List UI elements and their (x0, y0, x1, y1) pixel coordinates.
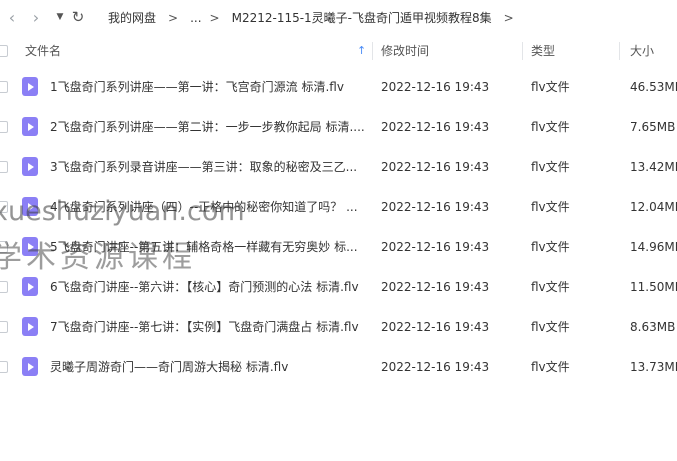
table-row[interactable]: 2飞盘奇门系列讲座——第二讲：一步一步教你起局 标清.... 2022-12-1… (0, 107, 677, 147)
video-file-icon (22, 237, 38, 256)
file-modified: 2022-12-16 19:43 (381, 80, 490, 94)
file-name[interactable]: 3飞盘奇门系列录音讲座——第三讲：取象的秘密及三乙... (50, 147, 366, 187)
breadcrumb-separator: > (168, 10, 179, 25)
file-modified: 2022-12-16 19:43 (381, 280, 490, 294)
file-list-header: 文件名 ↑ 修改时间 类型 大小 (0, 36, 677, 66)
file-size: 13.73MB (630, 360, 677, 374)
file-modified: 2022-12-16 19:43 (381, 120, 490, 134)
video-file-icon (22, 117, 38, 136)
select-all-checkbox[interactable] (0, 45, 8, 57)
file-type: flv文件 (531, 200, 570, 214)
file-size: 7.65MB (630, 120, 676, 134)
video-file-icon (22, 197, 38, 216)
file-name[interactable]: 4飞盘奇门系列讲座（四）--正格中的秘密你知道了吗？ ... (50, 187, 366, 227)
refresh-icon[interactable]: ↻ (68, 7, 88, 27)
row-checkbox[interactable] (0, 121, 8, 133)
column-header-modified[interactable]: 修改时间 (381, 36, 429, 66)
breadcrumb-item-ellipsis[interactable]: ... (190, 11, 201, 25)
forward-arrow-icon[interactable]: › (26, 7, 46, 27)
breadcrumb: 我的网盘 > ... > M2212-115-1灵曦子-飞盘奇门遁甲视频教程8集… (108, 9, 526, 26)
video-file-icon (22, 77, 38, 96)
row-checkbox[interactable] (0, 81, 8, 93)
breadcrumb-separator: > (209, 10, 220, 25)
file-type: flv文件 (531, 80, 570, 94)
breadcrumb-separator: > (503, 10, 514, 25)
file-size: 12.04MB (630, 200, 677, 214)
file-type: flv文件 (531, 320, 570, 334)
table-row[interactable]: 6飞盘奇门讲座--第六讲：【核心】奇门预测的心法 标清.flv 2022-12-… (0, 267, 677, 307)
row-checkbox[interactable] (0, 321, 8, 333)
file-name[interactable]: 2飞盘奇门系列讲座——第二讲：一步一步教你起局 标清.... (50, 107, 366, 147)
table-row[interactable]: 1飞盘奇门系列讲座——第一讲：飞宫奇门源流 标清.flv 2022-12-16 … (0, 67, 677, 107)
video-file-icon (22, 317, 38, 336)
column-header-name[interactable]: 文件名 (25, 36, 61, 66)
table-row[interactable]: 7飞盘奇门讲座--第七讲：【实例】飞盘奇门满盘占 标清.flv 2022-12-… (0, 307, 677, 347)
file-modified: 2022-12-16 19:43 (381, 320, 490, 334)
file-size: 8.63MB (630, 320, 676, 334)
file-modified: 2022-12-16 19:43 (381, 360, 490, 374)
video-file-icon (22, 277, 38, 296)
back-arrow-icon[interactable]: ‹ (2, 7, 22, 27)
file-type: flv文件 (531, 360, 570, 374)
row-checkbox[interactable] (0, 281, 8, 293)
file-type: flv文件 (531, 240, 570, 254)
file-modified: 2022-12-16 19:43 (381, 200, 490, 214)
file-size: 11.50MB (630, 280, 677, 294)
breadcrumb-item-root[interactable]: 我的网盘 (108, 9, 156, 26)
toolbar: ‹ › ▼ ↻ 我的网盘 > ... > M2212-115-1灵曦子-飞盘奇门… (0, 0, 677, 34)
row-checkbox[interactable] (0, 361, 8, 373)
breadcrumb-item-current[interactable]: M2212-115-1灵曦子-飞盘奇门遁甲视频教程8集 (232, 9, 492, 26)
file-name[interactable]: 1飞盘奇门系列讲座——第一讲：飞宫奇门源流 标清.flv (50, 67, 366, 107)
file-size: 13.42MB (630, 160, 677, 174)
file-type: flv文件 (531, 280, 570, 294)
file-modified: 2022-12-16 19:43 (381, 240, 490, 254)
column-divider[interactable] (372, 42, 373, 60)
file-modified: 2022-12-16 19:43 (381, 160, 490, 174)
column-divider[interactable] (619, 42, 620, 60)
sort-ascending-icon[interactable]: ↑ (357, 36, 366, 66)
file-type: flv文件 (531, 120, 570, 134)
file-size: 14.96MB (630, 240, 677, 254)
history-dropdown-icon[interactable]: ▼ (50, 7, 70, 27)
table-row[interactable]: 灵曦子周游奇门——奇门周游大揭秘 标清.flv 2022-12-16 19:43… (0, 347, 677, 387)
file-type: flv文件 (531, 160, 570, 174)
row-checkbox[interactable] (0, 201, 8, 213)
file-size: 46.53MB (630, 80, 677, 94)
column-divider[interactable] (522, 42, 523, 60)
video-file-icon (22, 357, 38, 376)
file-name[interactable]: 5飞盘奇门讲座--第五讲：辅格奇格一样藏有无穷奥妙 标... (50, 227, 366, 267)
column-header-size[interactable]: 大小 (630, 36, 654, 66)
column-header-type[interactable]: 类型 (531, 36, 555, 66)
file-name[interactable]: 灵曦子周游奇门——奇门周游大揭秘 标清.flv (50, 347, 366, 387)
file-name[interactable]: 6飞盘奇门讲座--第六讲：【核心】奇门预测的心法 标清.flv (50, 267, 366, 307)
video-file-icon (22, 157, 38, 176)
table-row[interactable]: 3飞盘奇门系列录音讲座——第三讲：取象的秘密及三乙... 2022-12-16 … (0, 147, 677, 187)
table-row[interactable]: 5飞盘奇门讲座--第五讲：辅格奇格一样藏有无穷奥妙 标... 2022-12-1… (0, 227, 677, 267)
table-row[interactable]: 4飞盘奇门系列讲座（四）--正格中的秘密你知道了吗？ ... 2022-12-1… (0, 187, 677, 227)
row-checkbox[interactable] (0, 241, 8, 253)
file-name[interactable]: 7飞盘奇门讲座--第七讲：【实例】飞盘奇门满盘占 标清.flv (50, 307, 366, 347)
row-checkbox[interactable] (0, 161, 8, 173)
